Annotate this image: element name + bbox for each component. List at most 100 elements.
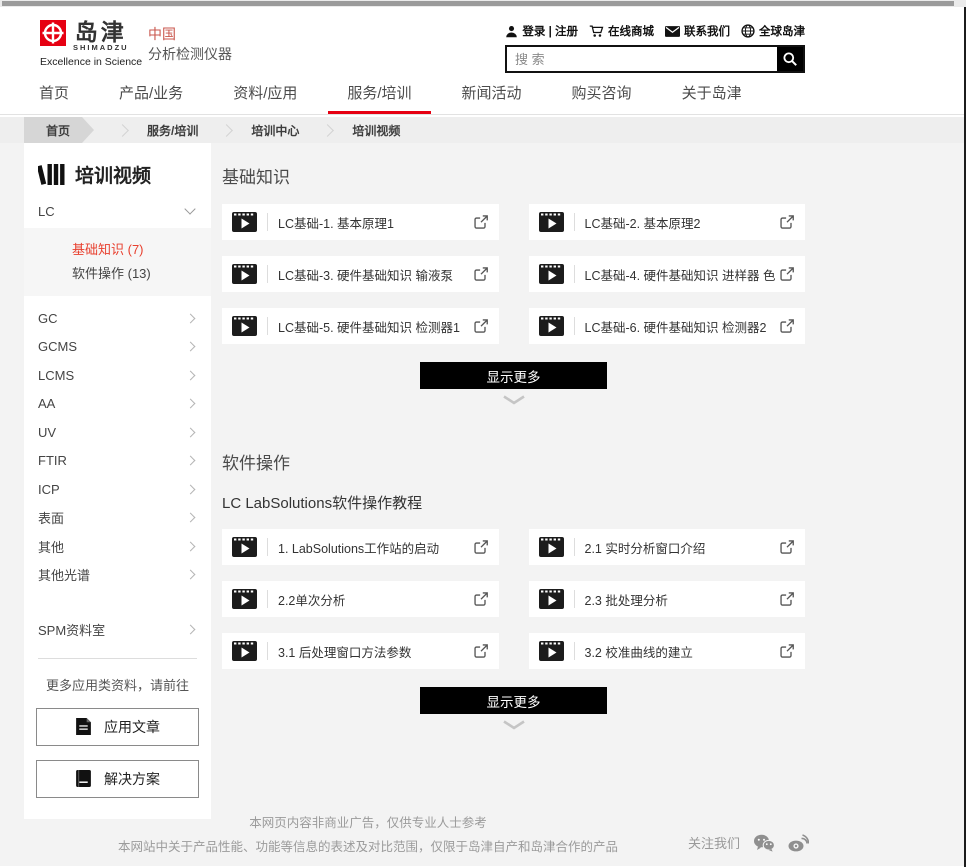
video-card[interactable]: LC基础-3. 硬件基础知识 输液泵 xyxy=(222,256,499,292)
section-title-basics: 基础知识 xyxy=(222,163,805,188)
contact-us-link[interactable]: 联系我们 xyxy=(665,23,730,39)
card-divider xyxy=(267,642,268,660)
sidebar-subitem[interactable]: 软件操作 (13) xyxy=(72,262,211,286)
card-divider xyxy=(267,590,268,608)
chevron-right-icon xyxy=(186,313,196,323)
global-shimadzu-label: 全球岛津 xyxy=(759,23,805,39)
video-card[interactable]: 3.2 校准曲线的建立 xyxy=(529,633,806,669)
online-store-link[interactable]: 在线商城 xyxy=(589,23,654,39)
wechat-icon[interactable] xyxy=(753,834,775,852)
sidebar-submenu: 基础知识 (7) 软件操作 (13) xyxy=(24,228,211,296)
sidebar-category[interactable]: UV xyxy=(24,418,211,447)
nav-item[interactable]: 资料/应用 xyxy=(214,71,316,114)
show-more-button-basics[interactable]: 显示更多 xyxy=(420,362,607,389)
search-button[interactable] xyxy=(777,47,803,71)
video-title: 1. LabSolutions工作站的启动 xyxy=(278,538,469,557)
login-register-label: 登录 | 注册 xyxy=(522,23,578,39)
sidebar-group-label: LC xyxy=(38,204,55,219)
breadcrumb-item[interactable]: 培训中心 xyxy=(251,122,299,139)
video-icon xyxy=(232,212,257,232)
external-link-icon[interactable] xyxy=(473,591,489,607)
external-link-icon[interactable] xyxy=(779,539,795,555)
video-card[interactable]: LC基础-1. 基本原理1 xyxy=(222,204,499,240)
chevron-right-icon xyxy=(186,370,196,380)
shimadzu-emblem-icon xyxy=(40,20,66,46)
sidebar-category-label: UV xyxy=(38,425,56,440)
external-link-icon[interactable] xyxy=(779,214,795,230)
quick-links: 登录 | 注册 在线商城 联系我们 xyxy=(505,23,805,39)
nav-item[interactable]: 关于岛津 xyxy=(663,71,761,114)
sidebar-category[interactable]: 表面 xyxy=(24,504,211,533)
external-link-icon[interactable] xyxy=(473,643,489,659)
solutions-label: 解决方案 xyxy=(104,769,160,789)
logo-tagline: Excellence in Science xyxy=(40,56,142,68)
external-link-icon[interactable] xyxy=(473,539,489,555)
external-link-icon[interactable] xyxy=(473,318,489,334)
sidebar-category[interactable]: GCMS xyxy=(24,333,211,362)
sidebar-note: 更多应用类资料，请前往 xyxy=(24,675,211,694)
nav-item[interactable]: 新闻活动 xyxy=(443,71,541,114)
card-divider xyxy=(574,265,575,283)
external-link-icon[interactable] xyxy=(473,266,489,282)
video-icon xyxy=(232,316,257,336)
show-more-chevron-software[interactable] xyxy=(502,720,526,730)
sidebar-category[interactable]: 其他光谱 xyxy=(24,561,211,590)
sidebar-category-spm[interactable]: SPM资料室 xyxy=(24,615,211,644)
video-card[interactable]: 2.2单次分析 xyxy=(222,581,499,617)
video-card[interactable]: LC基础-2. 基本原理2 xyxy=(529,204,806,240)
external-link-icon[interactable] xyxy=(779,643,795,659)
global-shimadzu-link[interactable]: 全球岛津 xyxy=(741,23,805,39)
section-title-software: 软件操作 xyxy=(222,449,805,474)
video-title: 3.2 校准曲线的建立 xyxy=(585,642,776,661)
nav-item[interactable]: 购买咨询 xyxy=(553,71,651,114)
solutions-button[interactable]: 解决方案 xyxy=(36,760,199,798)
video-card[interactable]: LC基础-4. 硬件基础知识 进样器 色谱柱 xyxy=(529,256,806,292)
sidebar-category[interactable]: GC xyxy=(24,304,211,333)
nav-item[interactable]: 首页 xyxy=(20,71,88,114)
chevron-right-icon xyxy=(186,399,196,409)
breadcrumb-chevron-icon xyxy=(322,124,335,137)
breadcrumb-home[interactable]: 首页 xyxy=(24,117,94,143)
sidebar-subitem[interactable]: 基础知识 (7) xyxy=(72,238,211,262)
video-card[interactable]: LC基础-5. 硬件基础知识 检测器1 xyxy=(222,308,499,344)
show-more-chevron-basics[interactable] xyxy=(502,395,526,405)
external-link-icon[interactable] xyxy=(779,591,795,607)
nav-item[interactable]: 服务/培训 xyxy=(328,71,430,114)
video-card[interactable]: LC基础-6. 硬件基础知识 检测器2 xyxy=(529,308,806,344)
searchbar xyxy=(505,45,805,73)
horizontal-scrollbar[interactable] xyxy=(0,0,966,7)
nav-item-label: 资料/应用 xyxy=(233,82,297,103)
video-title: LC基础-3. 硬件基础知识 输液泵 xyxy=(278,265,469,284)
external-link-icon[interactable] xyxy=(779,318,795,334)
sidebar-category[interactable]: AA xyxy=(24,390,211,419)
scrollbar-thumb[interactable] xyxy=(2,1,954,6)
application-articles-button[interactable]: 应用文章 xyxy=(36,708,199,746)
sidebar-category[interactable]: FTIR xyxy=(24,447,211,476)
login-register-link[interactable]: 登录 | 注册 xyxy=(505,23,578,39)
header: 岛津 SHIMADZU Excellence in Science 中国 分析检… xyxy=(0,7,966,71)
sidebar-category-label: 其他 xyxy=(38,537,64,556)
sidebar-category[interactable]: ICP xyxy=(24,475,211,504)
breadcrumb-item[interactable]: 培训视频 xyxy=(352,122,400,139)
card-divider xyxy=(574,213,575,231)
video-card[interactable]: 2.3 批处理分析 xyxy=(529,581,806,617)
video-card[interactable]: 2.1 实时分析窗口介绍 xyxy=(529,529,806,565)
shimadzu-logo[interactable]: 岛津 SHIMADZU Excellence in Science xyxy=(40,20,142,68)
show-more-button-software[interactable]: 显示更多 xyxy=(420,687,607,714)
sidebar-category[interactable]: 其他 xyxy=(24,532,211,561)
external-link-icon[interactable] xyxy=(473,214,489,230)
weibo-icon[interactable] xyxy=(788,834,809,852)
user-icon xyxy=(505,25,518,38)
external-link-icon[interactable] xyxy=(779,266,795,282)
chevron-right-icon xyxy=(186,541,196,551)
chevron-right-icon xyxy=(186,427,196,437)
nav-item[interactable]: 产品/业务 xyxy=(100,71,202,114)
sidebar-group-lc[interactable]: LC xyxy=(24,194,211,228)
section-subtitle-software: LC LabSolutions软件操作教程 xyxy=(222,492,805,513)
video-card[interactable]: 1. LabSolutions工作站的启动 xyxy=(222,529,499,565)
search-input[interactable] xyxy=(507,47,777,71)
video-card[interactable]: 3.1 后处理窗口方法参数 xyxy=(222,633,499,669)
breadcrumb-item[interactable]: 服务/培训 xyxy=(147,122,198,139)
sidebar-category[interactable]: LCMS xyxy=(24,361,211,390)
chevron-right-icon xyxy=(186,484,196,494)
